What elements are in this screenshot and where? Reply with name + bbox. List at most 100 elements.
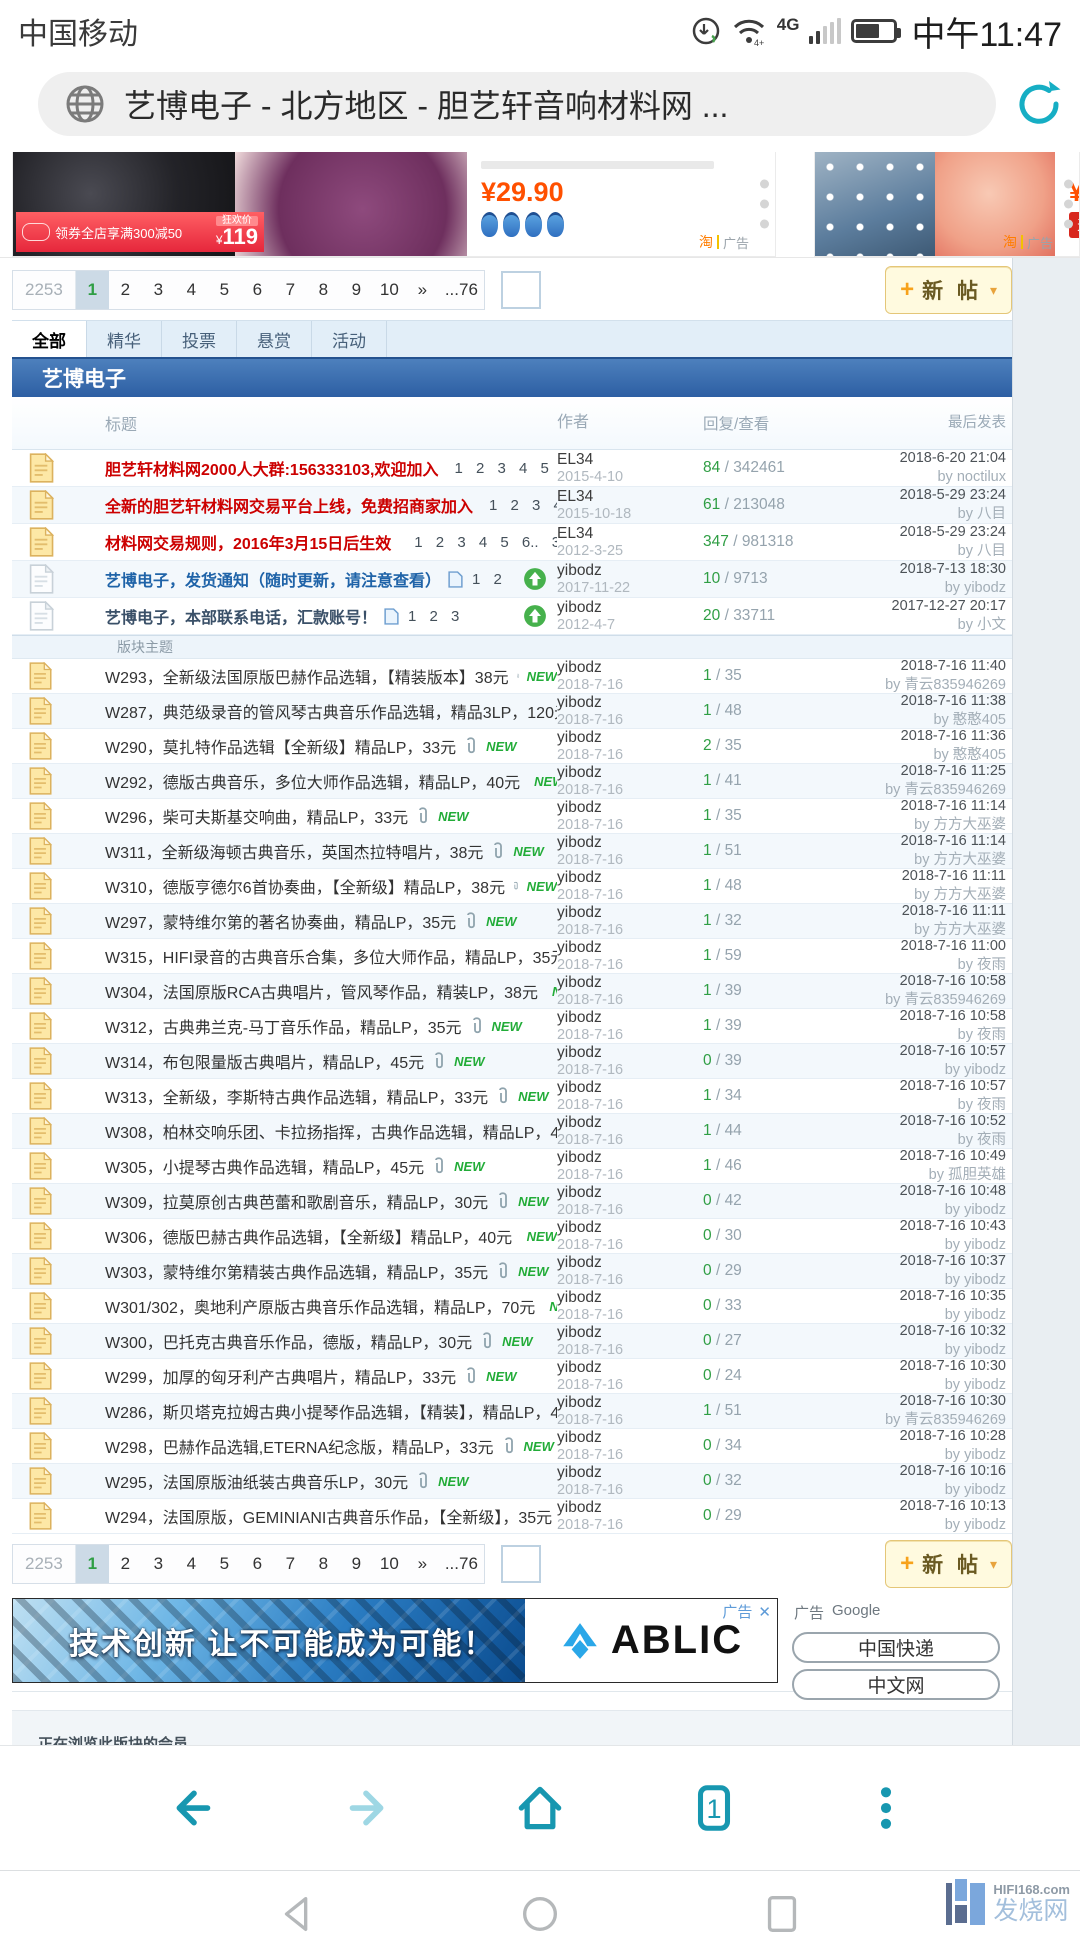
- thread-page-links[interactable]: 1 2 3 4 5 6.. 9: [454, 460, 557, 477]
- taobao-ad-right[interactable]: ¥29.80¥108 天猫 淘广告: [814, 152, 1080, 257]
- lastpost-date[interactable]: 2018-7-16 11:11: [816, 867, 1006, 886]
- thread-author[interactable]: yibodz: [557, 694, 703, 712]
- thread-row[interactable]: W304，法国原版RCA古典唱片，管风琴作品，精装LP，38元 NEW yibo…: [12, 974, 1012, 1009]
- lastpost-date[interactable]: 2018-7-16 10:57: [816, 1077, 1006, 1096]
- thread-row[interactable]: W297，蒙特维尔第的著名协奏曲，精品LP，35元 NEW yibodz 201…: [12, 904, 1012, 939]
- page-link[interactable]: 10: [373, 1545, 406, 1583]
- lastpost-date[interactable]: 2018-7-16 10:58: [816, 1007, 1006, 1026]
- thread-title-link[interactable]: W300，巴托克古典音乐作品，德版，精品LP，30元: [105, 1329, 472, 1353]
- lastpost-date[interactable]: 2018-7-16 11:40: [816, 657, 1006, 676]
- page-link[interactable]: 4: [175, 1545, 208, 1583]
- page-link[interactable]: »: [406, 1545, 439, 1583]
- thread-row[interactable]: W311，全新级海顿古典音乐，英国杰拉特唱片，38元 NEW yibodz 20…: [12, 834, 1012, 869]
- thread-author[interactable]: yibodz: [557, 904, 703, 922]
- page-link[interactable]: ...76: [439, 271, 484, 309]
- thread-author[interactable]: yibodz: [557, 1184, 703, 1202]
- lastpost-date[interactable]: 2018-7-16 10:13: [816, 1497, 1006, 1516]
- thread-author[interactable]: yibodz: [557, 974, 703, 992]
- thread-row[interactable]: W309，拉莫原创古典芭蕾和歌剧音乐，精品LP，30元 NEW yibodz 2…: [12, 1184, 1012, 1219]
- thread-author[interactable]: yibodz: [557, 1499, 703, 1517]
- ad-close-control[interactable]: 广告 ✕: [722, 1601, 771, 1622]
- page-link[interactable]: 7: [274, 1545, 307, 1583]
- thread-row[interactable]: W305，小提琴古典作品选辑，精品LP，45元 NEW yibodz 2018-…: [12, 1149, 1012, 1184]
- thread-title-link[interactable]: W315，HIFI录音的古典音乐合集，多位大师作品，精品LP，35元: [105, 944, 557, 968]
- close-icon[interactable]: ✕: [758, 1603, 771, 1621]
- thread-author[interactable]: yibodz: [557, 659, 703, 677]
- thread-title-link[interactable]: 胆艺轩材料网2000人大群:156333103,欢迎加入: [105, 456, 438, 480]
- lastpost-date[interactable]: 2017-12-27 20:17: [816, 597, 1006, 616]
- thread-author[interactable]: yibodz: [557, 1114, 703, 1132]
- thread-title-link[interactable]: W304，法国原版RCA古典唱片，管风琴作品，精装LP，38元: [105, 979, 538, 1003]
- thread-row[interactable]: W293，全新级法国原版巴赫作品选辑，【精装版本】38元 NEW yibodz …: [12, 659, 1012, 694]
- page-jump-input[interactable]: [501, 271, 541, 309]
- page-link[interactable]: 3: [142, 1545, 175, 1583]
- lastpost-date[interactable]: 2018-6-20 21:04: [816, 449, 1006, 468]
- page-link[interactable]: ...76: [439, 1545, 484, 1583]
- refresh-button[interactable]: [1012, 77, 1066, 131]
- lastpost-date[interactable]: 2018-7-16 10:32: [816, 1322, 1006, 1341]
- thread-title-link[interactable]: W294，法国原版，GEMINIANI古典音乐作品，【全新级】，35元: [105, 1504, 552, 1528]
- thread-title-link[interactable]: W299，加厚的匈牙利产古典唱片，精品LP，33元: [105, 1364, 456, 1388]
- page-link[interactable]: 2: [109, 1545, 142, 1583]
- lastpost-by[interactable]: by yibodz: [816, 579, 1006, 598]
- page-jump-input[interactable]: [501, 1545, 541, 1583]
- lastpost-by[interactable]: by 八目: [816, 505, 1006, 524]
- sticky-thread-row[interactable]: 艺博电子，本部联系电话，汇款账号！ 1 2 3 yibodz 201: [12, 598, 1012, 635]
- thread-title-link[interactable]: W312，古典弗兰克-马丁音乐作品，精品LP，35元: [105, 1014, 462, 1038]
- sticky-thread-row[interactable]: 全新的胆艺轩材料网交易平台上线，免费招商家加入 1 2 3 4 5 6.. 7 …: [12, 487, 1012, 524]
- lastpost-date[interactable]: 2018-5-29 23:24: [816, 523, 1006, 542]
- thread-title-link[interactable]: W297，蒙特维尔第的著名协奏曲，精品LP，35元: [105, 909, 456, 933]
- thread-page-links[interactable]: 1 2 3 4 5 6.. 7: [489, 497, 557, 514]
- thread-author[interactable]: yibodz: [557, 869, 703, 887]
- new-post-button[interactable]: + 新 帖 ▾: [885, 1540, 1012, 1588]
- lastpost-date[interactable]: 2018-7-16 10:52: [816, 1112, 1006, 1131]
- thread-title-link[interactable]: W287，典范级录音的管风琴古典音乐作品选辑，精品3LP，120元: [105, 699, 557, 723]
- lastpost-date[interactable]: 2018-7-16 10:43: [816, 1217, 1006, 1236]
- thread-author[interactable]: yibodz: [557, 599, 703, 617]
- thread-title-link[interactable]: W290，莫扎特作品选辑【全新级】精品LP，33元: [105, 734, 456, 758]
- thread-author[interactable]: yibodz: [557, 1149, 703, 1167]
- thread-row[interactable]: W312，古典弗兰克-马丁音乐作品，精品LP，35元 NEW yibodz 20…: [12, 1009, 1012, 1044]
- thread-title-link[interactable]: W306，德版巴赫古典作品选辑，【全新级】精品LP，40元: [105, 1224, 512, 1248]
- thread-author[interactable]: yibodz: [557, 799, 703, 817]
- lastpost-date[interactable]: 2018-7-16 10:30: [816, 1392, 1006, 1411]
- thread-row[interactable]: W301/302，奥地利产原版古典音乐作品选辑，精品LP，70元 NEW yib…: [12, 1289, 1012, 1324]
- thread-title-link[interactable]: W313，全新级，李斯特古典作品选辑，精品LP，33元: [105, 1084, 488, 1108]
- lastpost-by[interactable]: by noctilux: [816, 468, 1006, 487]
- page-link[interactable]: 5: [208, 271, 241, 309]
- thread-row[interactable]: W286，斯贝塔克拉姆古典小提琴作品选辑，【精装】，精品LP，45元 NEW y…: [12, 1394, 1012, 1429]
- thread-row[interactable]: W314，布包限量版古典唱片，精品LP，45元 NEW yibodz 2018-…: [12, 1044, 1012, 1079]
- thread-author[interactable]: yibodz: [557, 1324, 703, 1342]
- tab[interactable]: 活动: [312, 321, 387, 357]
- thread-title-link[interactable]: W286，斯贝塔克拉姆古典小提琴作品选辑，【精装】，精品LP，45元: [105, 1399, 557, 1423]
- lastpost-date[interactable]: 2018-5-29 23:24: [816, 486, 1006, 505]
- lastpost-date[interactable]: 2018-7-16 10:48: [816, 1182, 1006, 1201]
- home-button[interactable]: [512, 1780, 568, 1836]
- thread-author[interactable]: yibodz: [557, 1044, 703, 1062]
- thread-row[interactable]: W299，加厚的匈牙利产古典唱片，精品LP，33元 NEW yibodz 201…: [12, 1359, 1012, 1394]
- thread-author[interactable]: yibodz: [557, 834, 703, 852]
- lastpost-by[interactable]: by yibodz: [816, 1516, 1006, 1535]
- sticky-thread-row[interactable]: 艺博电子，发货通知（随时更新，请注意查看） 1 2 yibodz 2: [12, 561, 1012, 598]
- thread-title-link[interactable]: W311，全新级海顿古典音乐，英国杰拉特唱片，38元: [105, 839, 483, 863]
- lastpost-date[interactable]: 2018-7-16 11:36: [816, 727, 1006, 746]
- back-button[interactable]: [167, 1781, 221, 1835]
- new-post-button[interactable]: + 新 帖 ▾: [885, 266, 1012, 314]
- thread-page-links[interactable]: 1 2: [472, 571, 502, 588]
- lastpost-date[interactable]: 2018-7-16 10:30: [816, 1357, 1006, 1376]
- lastpost-date[interactable]: 2018-7-13 18:30: [816, 560, 1006, 579]
- page-link[interactable]: 6: [241, 271, 274, 309]
- thread-title-link[interactable]: W305，小提琴古典作品选辑，精品LP，45元: [105, 1154, 424, 1178]
- thread-title-link[interactable]: W296，柴可夫斯基交响曲，精品LP，33元: [105, 804, 408, 828]
- forward-button[interactable]: [339, 1781, 393, 1835]
- tab[interactable]: 悬赏: [237, 321, 312, 357]
- lastpost-date[interactable]: 2018-7-16 10:58: [816, 972, 1006, 991]
- lastpost-date[interactable]: 2018-7-16 11:38: [816, 692, 1006, 711]
- page-link[interactable]: 5: [208, 1545, 241, 1583]
- thread-row[interactable]: W298，巴赫作品选辑,ETERNA纪念版，精品LP，33元 NEW yibod…: [12, 1429, 1012, 1464]
- tab[interactable]: 全部: [12, 321, 87, 357]
- tab[interactable]: 投票: [162, 321, 237, 357]
- thread-row[interactable]: W300，巴托克古典音乐作品，德版，精品LP，30元 NEW yibodz 20…: [12, 1324, 1012, 1359]
- thread-row[interactable]: W295，法国原版油纸装古典音乐LP，30元 NEW yibodz 2018-7…: [12, 1464, 1012, 1499]
- google-ad-link-1[interactable]: 中国快递: [792, 1632, 1000, 1663]
